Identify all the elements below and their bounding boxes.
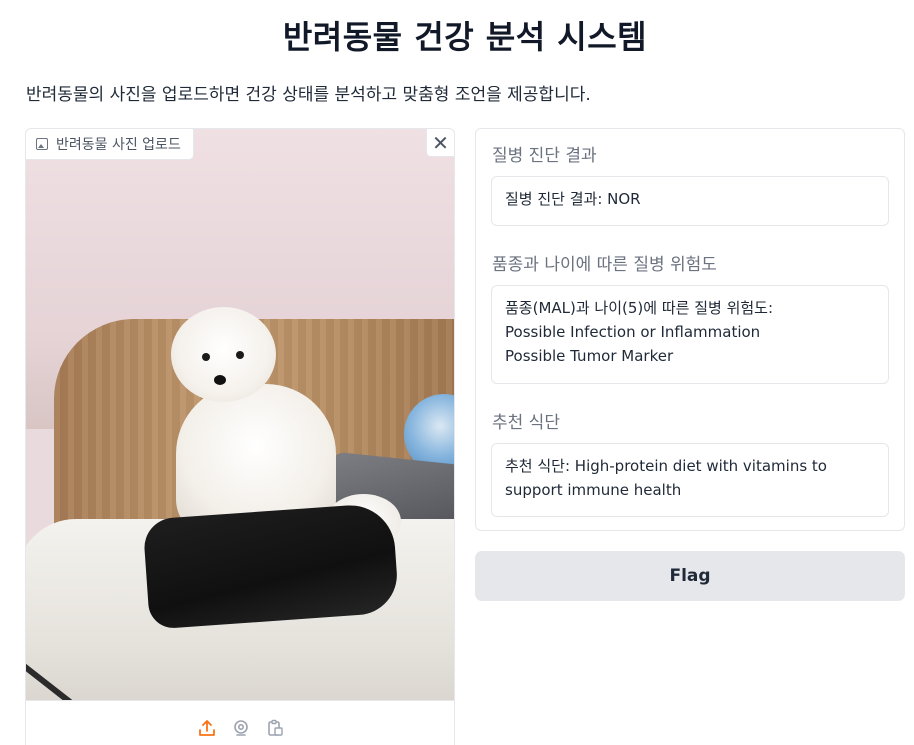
diagnosis-output[interactable]: 질병 진단 결과: NOR xyxy=(491,176,889,226)
diet-output[interactable]: 추천 식단: High-protein diet with vitamins t… xyxy=(491,443,889,517)
webcam-icon[interactable] xyxy=(231,718,251,738)
image-input-label: 반려동물 사진 업로드 xyxy=(26,129,194,160)
page-title: 반려동물 건강 분석 시스템 xyxy=(282,18,648,56)
upload-icon[interactable] xyxy=(197,718,217,738)
diagnosis-label: 질병 진단 결과 xyxy=(492,146,597,166)
flag-button[interactable]: Flag xyxy=(475,551,905,601)
clear-image-button[interactable]: ✕ xyxy=(426,129,454,157)
image-upload-panel[interactable]: 반려동물 사진 업로드 ✕ xyxy=(25,128,455,745)
close-icon: ✕ xyxy=(432,130,449,155)
risk-label: 품종과 나이에 따른 질병 위험도 xyxy=(492,255,717,275)
risk-output[interactable]: 품종(MAL)과 나이(5)에 따른 질병 위험도: Possible Infe… xyxy=(491,285,889,384)
image-source-toolbar xyxy=(26,700,454,745)
image-input-label-text: 반려동물 사진 업로드 xyxy=(56,137,181,153)
clipboard-icon[interactable] xyxy=(265,718,285,738)
results-panel: 질병 진단 결과 질병 진단 결과: NOR 품종과 나이에 따른 질병 위험도… xyxy=(475,128,905,531)
diet-label: 추천 식단 xyxy=(492,413,560,433)
pet-photo xyxy=(26,129,454,700)
page-description: 반려동물의 사진을 업로드하면 건강 상태를 분석하고 맞춤형 조언을 제공합니… xyxy=(26,85,591,105)
image-icon xyxy=(36,138,48,150)
